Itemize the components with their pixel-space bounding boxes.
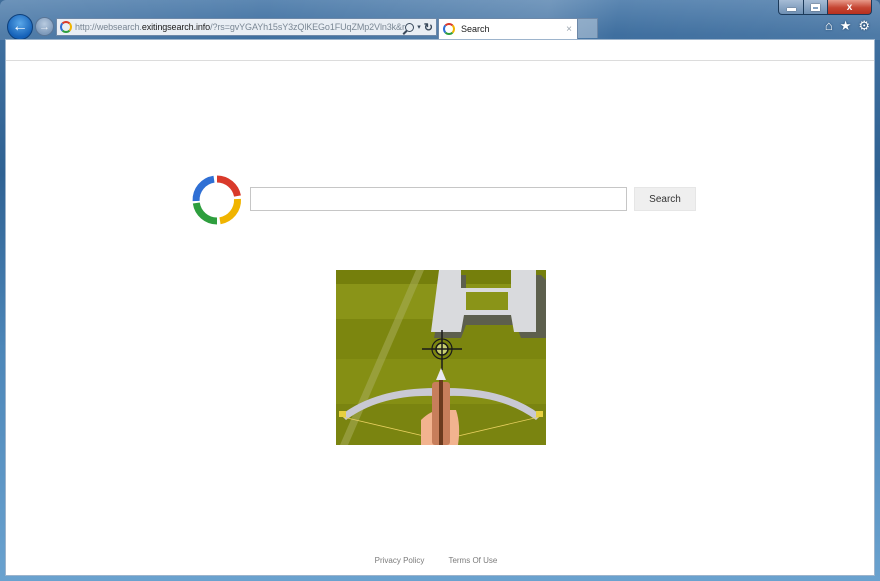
search-input[interactable]	[250, 187, 627, 211]
search-button[interactable]: Search	[634, 187, 696, 211]
forward-button[interactable]: →	[35, 17, 54, 36]
maximize-button[interactable]	[804, 0, 828, 15]
back-button[interactable]: ←	[7, 14, 33, 40]
browser-window: x ← → http://websearch.exitingsearch.inf…	[0, 0, 880, 581]
close-icon: x	[846, 1, 853, 13]
arrow-left-icon: ←	[12, 18, 28, 35]
terms-of-use-link[interactable]: Terms Of Use	[448, 556, 497, 565]
arrow-right-icon: →	[39, 20, 50, 33]
url-prefix: http://websearch.	[75, 22, 142, 32]
logo-yellow-arc	[219, 198, 242, 225]
tools-gear-icon[interactable]: ⚙	[858, 19, 870, 33]
footer-links: Privacy Policy Terms Of Use	[6, 556, 874, 565]
home-icon[interactable]: ⌂	[825, 19, 833, 33]
favorites-star-icon[interactable]: ★	[840, 19, 852, 33]
logo-green-arc	[192, 202, 218, 225]
site-favicon-icon	[60, 21, 72, 33]
close-window-button[interactable]: x	[828, 0, 872, 15]
address-bar[interactable]: http://websearch.exitingsearch.info/?rs=…	[56, 18, 437, 36]
header-divider	[6, 60, 874, 61]
url-text[interactable]: http://websearch.exitingsearch.info/?rs=…	[75, 22, 405, 32]
page-viewport: Search Privacy Policy Terms Of Use	[5, 39, 875, 576]
tab-search[interactable]: Search ×	[438, 18, 578, 39]
window-controls: x	[778, 0, 872, 16]
search-icon[interactable]	[405, 22, 415, 32]
address-bar-actions: ▾ ↻	[405, 21, 436, 34]
tab-label: Search	[461, 24, 490, 34]
logo-blue-arc	[192, 175, 215, 202]
tab-close-icon[interactable]: ×	[566, 24, 572, 35]
url-suffix: /?rs=gvYGAYh15sY3zQlKEGo1FUqZMp2Vln3k&re…	[210, 22, 406, 32]
logo-red-arc	[216, 175, 241, 197]
privacy-policy-link[interactable]: Privacy Policy	[375, 556, 425, 565]
promo-game-image[interactable]	[336, 270, 546, 445]
search-logo-icon	[192, 175, 242, 225]
new-tab-button[interactable]	[578, 18, 598, 38]
dropdown-icon[interactable]: ▾	[417, 23, 421, 31]
tab-favicon-icon	[443, 23, 455, 35]
minimize-button[interactable]	[778, 0, 804, 15]
url-domain: exitingsearch.info	[141, 22, 211, 32]
minimize-icon	[786, 8, 796, 11]
refresh-icon[interactable]: ↻	[424, 21, 433, 34]
browser-toolbar: ⌂ ★ ⚙	[825, 19, 870, 33]
maximize-icon	[811, 3, 820, 11]
